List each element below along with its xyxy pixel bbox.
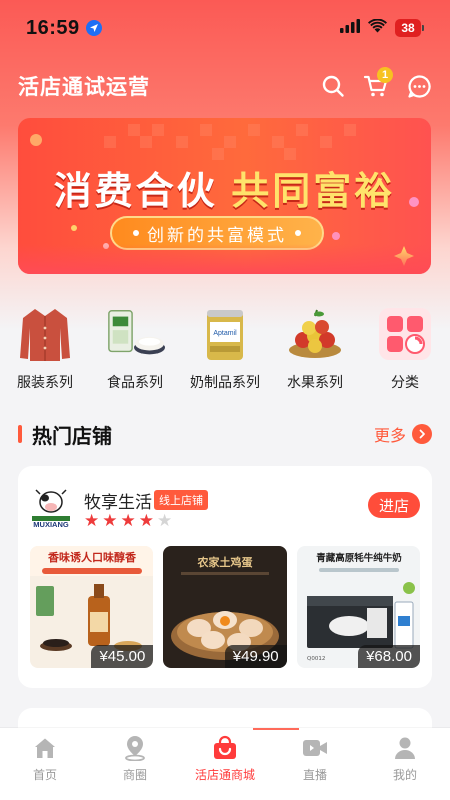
banner-title: 消费合伙 共同富裕 <box>18 160 431 215</box>
tab-label: 首页 <box>32 768 57 782</box>
tab-label: 活店通商城 <box>194 768 255 782</box>
message-icon[interactable] <box>406 73 432 99</box>
more-link[interactable]: 更多 <box>374 422 432 446</box>
tab-label: 我的 <box>392 768 417 782</box>
star-filled-icon: ★ <box>102 511 118 530</box>
page-title: 活店通试运营 <box>18 76 150 99</box>
status-time: 16:59 <box>26 16 80 39</box>
status-bar: 16:59 38 <box>0 0 450 56</box>
milk-powder-icon: Aptamil <box>195 306 255 362</box>
category-label: 服装系列 <box>17 374 73 390</box>
section-title: 热门店铺 <box>32 425 112 448</box>
home-icon <box>32 735 58 761</box>
tab-label: 直播 <box>302 768 327 782</box>
star-filled-icon: ★ <box>138 511 154 530</box>
star-filled-icon: ★ <box>84 511 100 530</box>
cellular-signal-icon <box>340 18 360 38</box>
category-food[interactable]: 食品系列 <box>90 306 180 396</box>
section-accent-bar <box>18 425 22 443</box>
svg-text:Q0012: Q0012 <box>307 656 325 662</box>
wifi-icon <box>368 18 387 38</box>
shop-rating: ★ ★ ★ ★ ★ <box>84 512 172 530</box>
cart-count-badge: 1 <box>377 67 393 83</box>
location-pin-icon <box>122 735 148 761</box>
hot-shops-header: 热门店铺 更多 <box>18 420 432 448</box>
category-dairy[interactable]: Aptamil 奶制品系列 <box>180 306 270 396</box>
shop-logo: MUXIANG <box>30 486 72 529</box>
product-price: ¥45.00 <box>91 645 154 668</box>
more-label: 更多 <box>373 428 406 445</box>
video-camera-icon <box>302 735 328 761</box>
product-price: ¥49.90 <box>224 645 287 668</box>
shop-name: 牧享生活 <box>84 493 152 512</box>
shopping-bag-icon <box>212 735 238 761</box>
active-tab-indicator <box>253 728 299 730</box>
product-price: ¥68.00 <box>358 645 420 668</box>
product-headline: 香味诱人口味醇香 <box>47 550 137 564</box>
shop-logo-text: MUXIANG <box>33 520 69 528</box>
category-fruit[interactable]: 水果系列 <box>270 306 360 396</box>
banner-gradient <box>18 244 431 274</box>
product-yak-milk[interactable]: 青藏高原牦牛纯牛奶 Q0012 ¥68.00 <box>296 546 420 668</box>
category-label: 分类 <box>391 374 419 390</box>
shop-card[interactable]: MUXIANG 牧享生活 线上店铺 ★ ★ ★ ★ ★ 进店 香味诱人口味醇香 ¥45.… <box>18 466 432 688</box>
shop-type-badge: 线上店铺 <box>154 490 208 510</box>
banner-title-gold: 共同富裕 <box>231 171 396 213</box>
app-header: 活店通试运营 1 <box>0 62 450 110</box>
tab-label: 商圈 <box>122 768 147 782</box>
category-label: 奶制品系列 <box>190 374 260 390</box>
product-eggs[interactable]: 农家土鸡蛋 ¥49.90 <box>163 546 287 668</box>
svg-text:Aptamil: Aptamil <box>213 330 237 337</box>
enter-shop-button[interactable]: 进店 <box>368 492 420 518</box>
product-headline: 农家土鸡蛋 <box>197 555 254 569</box>
tab-live[interactable]: 直播 <box>270 728 360 800</box>
category-grid-icon <box>375 306 435 362</box>
user-icon <box>392 735 418 761</box>
battery-level: 38 <box>395 19 421 37</box>
sweater-icon <box>15 306 75 362</box>
fruit-icon <box>285 306 345 362</box>
location-arrow-icon <box>85 20 102 36</box>
category-label: 食品系列 <box>107 374 163 390</box>
search-icon[interactable] <box>320 73 346 99</box>
rice-icon <box>105 306 165 362</box>
tab-home[interactable]: 首页 <box>0 728 90 800</box>
bottom-tab-bar: 首页 商圈 活店通商城 直播 我的 <box>0 728 450 800</box>
star-empty-icon: ★ <box>157 511 173 530</box>
tab-profile[interactable]: 我的 <box>360 728 450 800</box>
cart-button[interactable]: 1 <box>363 67 393 99</box>
product-headline: 青藏高原牦牛纯牛奶 <box>316 552 402 564</box>
category-label: 水果系列 <box>287 374 343 390</box>
tab-mall[interactable]: 活店通商城 <box>180 728 270 800</box>
chevron-right-icon <box>412 424 432 444</box>
shop-products: 香味诱人口味醇香 ¥45.00 农家土鸡蛋 ¥49.90 青藏高原牦牛纯牛奶 Q… <box>30 546 420 668</box>
banner-title-white: 消费合伙 <box>53 171 218 213</box>
product-sesame-oil[interactable]: 香味诱人口味醇香 ¥45.00 <box>30 546 154 668</box>
banner-subtitle: 创新的共富模式 <box>147 225 287 245</box>
category-clothing[interactable]: 服装系列 <box>0 306 90 396</box>
category-row: 服装系列 食品系列 Aptamil 奶制品系列 水果系列 分类 <box>0 306 450 396</box>
tab-business-circle[interactable]: 商圈 <box>90 728 180 800</box>
battery-indicator: 38 <box>395 19 424 37</box>
category-all[interactable]: 分类 <box>360 306 450 396</box>
promo-banner[interactable]: 消费合伙 共同富裕 创新的共富模式 <box>18 118 431 274</box>
star-filled-icon: ★ <box>120 511 136 530</box>
